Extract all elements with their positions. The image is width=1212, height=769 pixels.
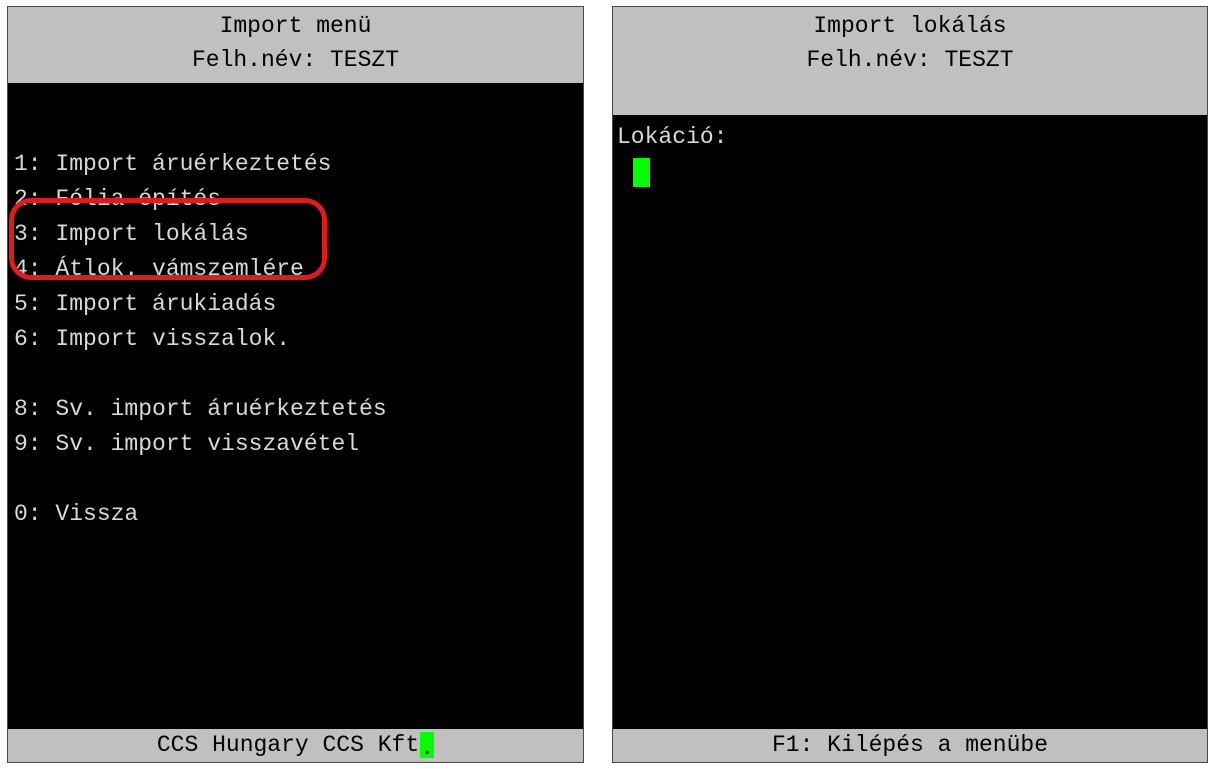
import-location-screen: Import lokálás Felh.név: TESZT Lokáció: … [612, 6, 1208, 763]
screen-title: Import lokálás [813, 13, 1007, 39]
menu-spacer [14, 462, 387, 497]
location-input[interactable] [633, 158, 650, 187]
import-menu-screen: Import menü Felh.név: TESZT 1: Import ár… [7, 6, 584, 763]
import-menu-list: 1: Import áruérkeztetés 2: Fólia építés … [14, 147, 387, 532]
menu-item-sv-import-goods-receipt[interactable]: 8: Sv. import áruérkeztetés [14, 392, 387, 427]
menu-item-import-goods-receipt[interactable]: 1: Import áruérkeztetés [14, 147, 387, 182]
screen-title: Import menü [219, 13, 372, 39]
user-name-label: Felh.név: TESZT [191, 47, 400, 73]
menu-item-sv-import-take-back[interactable]: 9: Sv. import visszavétel [14, 427, 387, 462]
menu-item-back[interactable]: 0: Vissza [14, 497, 387, 532]
screen-footer: CCS Hungary CCS Kft. [8, 729, 583, 762]
screen-header: Import menü Felh.név: TESZT [8, 7, 583, 83]
text-cursor: . [420, 731, 435, 761]
exit-to-menu-hint[interactable]: F1: Kilépés a menübe [772, 732, 1048, 758]
menu-item-import-return-relocation[interactable]: 6: Import visszalok. [14, 322, 387, 357]
company-label: CCS Hungary CCS Kft [156, 732, 420, 758]
screen-header: Import lokálás Felh.név: TESZT [613, 7, 1207, 115]
location-field-label: Lokáció: [617, 124, 728, 150]
menu-item-import-goods-issue[interactable]: 5: Import árukiadás [14, 287, 387, 322]
menu-spacer [14, 357, 387, 392]
menu-item-relocate-customs-inspection[interactable]: 4: Átlok. vámszemlére [14, 252, 387, 287]
menu-item-foil-building[interactable]: 2: Fólia építés [14, 182, 387, 217]
user-name-label: Felh.név: TESZT [806, 47, 1014, 73]
menu-item-import-location[interactable]: 3: Import lokálás [14, 217, 387, 252]
screen-footer: F1: Kilépés a menübe [613, 729, 1207, 762]
